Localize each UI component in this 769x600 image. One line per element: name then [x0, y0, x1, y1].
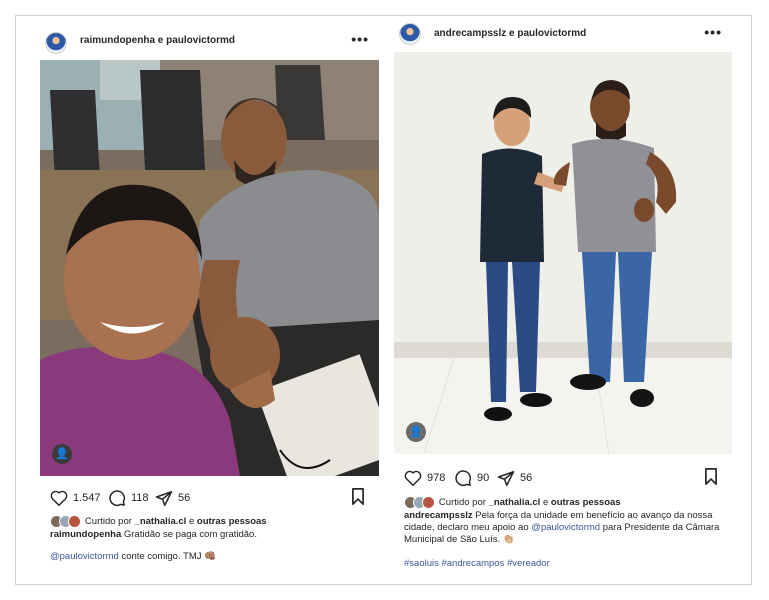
liked-others[interactable]: outras pessoas	[551, 497, 621, 508]
caption-mention[interactable]: @paulovictormd	[531, 522, 600, 533]
comment-mention[interactable]: @paulovictormd	[50, 551, 119, 562]
post-caption: andrecampsslz Pela força da unidade em b…	[404, 510, 729, 546]
bookmark-action[interactable]	[351, 488, 365, 510]
likes-count: 1.547	[73, 492, 101, 504]
bookmark-action[interactable]	[704, 468, 718, 490]
user-tag-icon[interactable]: 👤	[52, 444, 72, 464]
liked-mid: e	[542, 497, 549, 509]
liked-user[interactable]: _nathalia.cl	[135, 516, 187, 527]
bookmark-icon[interactable]	[351, 488, 365, 505]
bookmark-icon[interactable]	[704, 468, 718, 485]
liked-user[interactable]: _nathalia.cl	[489, 497, 541, 508]
comment-icon[interactable]	[108, 489, 126, 507]
photo-illustration	[394, 52, 732, 454]
share-action[interactable]: 56	[155, 488, 190, 508]
post-usernames[interactable]: raimundopenha e paulovictormd	[80, 35, 235, 46]
comment-line: @paulovictormd conte comigo. TMJ 👊🏽	[50, 551, 216, 562]
comment-text: conte comigo. TMJ 👊🏽	[121, 551, 216, 562]
shares-count: 56	[520, 472, 533, 484]
photo-illustration	[40, 60, 379, 476]
post-actions: 978 90 56	[392, 466, 736, 490]
liked-by: Curtido por _nathalia.cl e outras pessoa…	[50, 515, 267, 528]
more-options-icon[interactable]: •••	[351, 31, 369, 47]
comments-count: 90	[477, 472, 490, 484]
liker-avatar	[422, 496, 435, 509]
post-caption: raimundopenha Gratidão se paga com grati…	[50, 529, 370, 541]
comment-icon[interactable]	[454, 469, 472, 487]
post-photo[interactable]: 👤	[40, 60, 379, 476]
post-left: raimundopenha e paulovictormd ••• 👤 1.54…	[38, 20, 383, 575]
profile-avatar[interactable]	[45, 32, 67, 54]
comment-action[interactable]: 118	[108, 488, 149, 508]
liked-prefix: Curtido por	[438, 497, 486, 509]
profile-avatar[interactable]	[399, 23, 421, 45]
post-photo[interactable]: 👤	[394, 52, 732, 454]
comments-count: 118	[131, 492, 149, 504]
shares-count: 56	[178, 492, 191, 504]
caption-username[interactable]: andrecampsslz	[404, 510, 473, 521]
like-action[interactable]: 1.547	[50, 488, 101, 508]
liker-avatar	[68, 515, 81, 528]
caption-username[interactable]: raimundopenha	[50, 529, 121, 540]
post-usernames[interactable]: andrecampsslz e paulovictormd	[434, 28, 586, 39]
caption-text: Gratidão se paga com gratidão.	[123, 529, 257, 540]
liked-by: Curtido por _nathalia.cl e outras pessoa…	[404, 496, 621, 509]
like-action[interactable]: 978	[404, 468, 445, 488]
likes-count: 978	[427, 472, 446, 484]
send-icon[interactable]	[497, 470, 515, 487]
heart-icon[interactable]	[50, 490, 68, 506]
heart-icon[interactable]	[404, 470, 422, 486]
comment-action[interactable]: 90	[454, 468, 489, 488]
share-action[interactable]: 56	[497, 468, 532, 488]
user-tag-icon[interactable]: 👤	[406, 422, 426, 442]
post-right: andrecampsslz e paulovictormd ••• 👤 978 …	[392, 18, 736, 573]
more-options-icon[interactable]: •••	[704, 24, 722, 40]
post-actions: 1.547 118 56	[38, 486, 383, 510]
send-icon[interactable]	[155, 490, 173, 507]
hashtags[interactable]: #saoluis #andrecampos #vereador	[404, 558, 550, 569]
post-header: raimundopenha e paulovictormd •••	[38, 20, 383, 60]
liked-prefix: Curtido por	[84, 516, 132, 528]
liked-mid: e	[188, 516, 195, 528]
liked-others[interactable]: outras pessoas	[197, 516, 267, 527]
